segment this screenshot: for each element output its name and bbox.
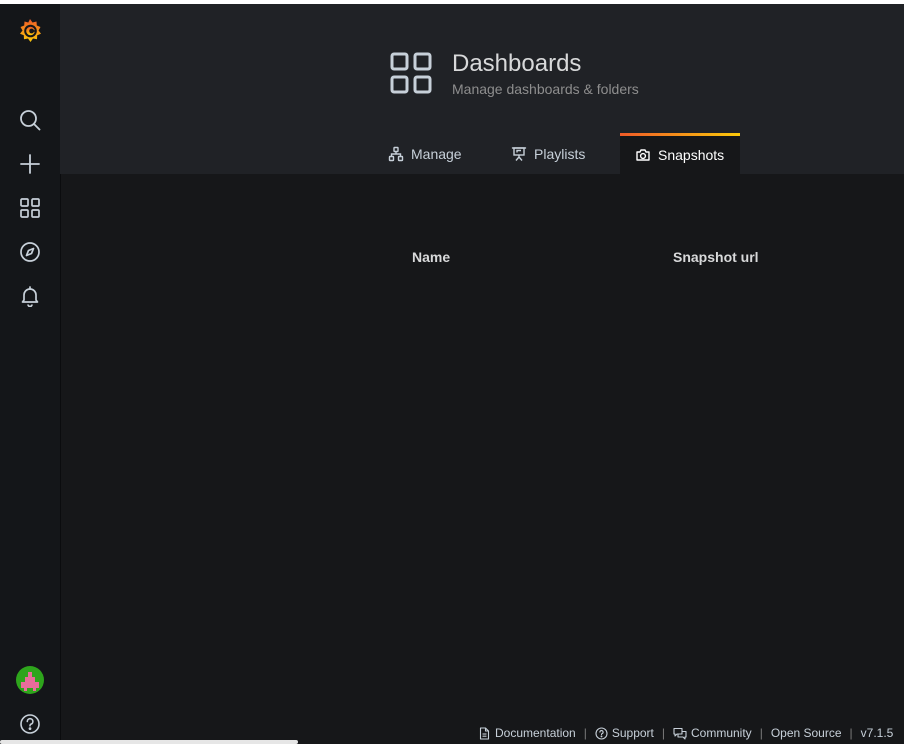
- footer-link-community[interactable]: Community: [673, 726, 752, 740]
- tab-snapshots[interactable]: Snapshots: [620, 133, 740, 174]
- plus-icon[interactable]: [0, 144, 60, 184]
- help-icon-glyph: [20, 714, 40, 734]
- help-icon[interactable]: [0, 704, 60, 744]
- footer-documentation-label: Documentation: [495, 726, 576, 740]
- compass-icon[interactable]: [0, 232, 60, 272]
- footer-open-source-label: Open Source: [770, 726, 842, 740]
- question-circle-icon: [595, 726, 608, 740]
- tab-manage-label: Manage: [411, 145, 462, 162]
- grafana-logo-icon: [20, 19, 41, 42]
- footer-separator: |: [661, 726, 665, 740]
- sitemap-icon: [388, 146, 404, 161]
- apps-icon[interactable]: [0, 188, 60, 228]
- grafana-logo[interactable]: [0, 12, 60, 52]
- tab-manage[interactable]: Manage: [373, 133, 477, 174]
- tab-snapshots-label: Snapshots: [658, 147, 725, 163]
- footer-version[interactable]: v7.1.5: [861, 726, 894, 740]
- horizontal-scrollbar[interactable]: [0, 740, 298, 744]
- presentation-icon: [511, 146, 527, 161]
- page-header: Dashboards Manage dashboards & folders M…: [60, 4, 904, 174]
- dashboards-header-icon: [390, 52, 432, 94]
- compass-icon-glyph: [20, 242, 40, 262]
- page-subtitle: Manage dashboards & folders: [452, 81, 639, 97]
- footer-separator: |: [759, 726, 763, 740]
- avatar-image: [16, 666, 44, 694]
- camera-icon: [636, 149, 650, 161]
- search-icon-glyph: [20, 110, 41, 131]
- footer-support-label: Support: [611, 726, 654, 740]
- app-window: Dashboards Manage dashboards & folders M…: [0, 4, 904, 744]
- tab-playlists[interactable]: Playlists: [496, 133, 600, 174]
- sidebar: [0, 4, 60, 744]
- bell-icon-glyph: [21, 286, 39, 307]
- footer-separator: |: [849, 726, 853, 740]
- plus-icon-glyph: [20, 154, 40, 174]
- column-header-snapshot-url[interactable]: Snapshot url: [673, 249, 759, 265]
- footer-link-open-source[interactable]: Open Source: [771, 726, 842, 740]
- bell-icon[interactable]: [0, 276, 60, 316]
- column-header-name[interactable]: Name: [412, 249, 450, 265]
- footer-link-support[interactable]: Support: [595, 726, 654, 740]
- footer-link-documentation[interactable]: Documentation: [478, 726, 576, 740]
- footer-community-label: Community: [691, 726, 752, 740]
- apps-icon-glyph: [20, 198, 40, 218]
- footer: Documentation | Support | Community | Op…: [478, 726, 893, 740]
- avatar[interactable]: [0, 660, 60, 700]
- footer-separator: |: [583, 726, 587, 740]
- search-icon[interactable]: [0, 100, 60, 140]
- comments-icon: [673, 727, 687, 740]
- tab-playlists-label: Playlists: [534, 145, 586, 162]
- page-title: Dashboards: [452, 50, 582, 77]
- footer-version-label: v7.1.5: [860, 726, 894, 740]
- document-icon: [479, 726, 490, 740]
